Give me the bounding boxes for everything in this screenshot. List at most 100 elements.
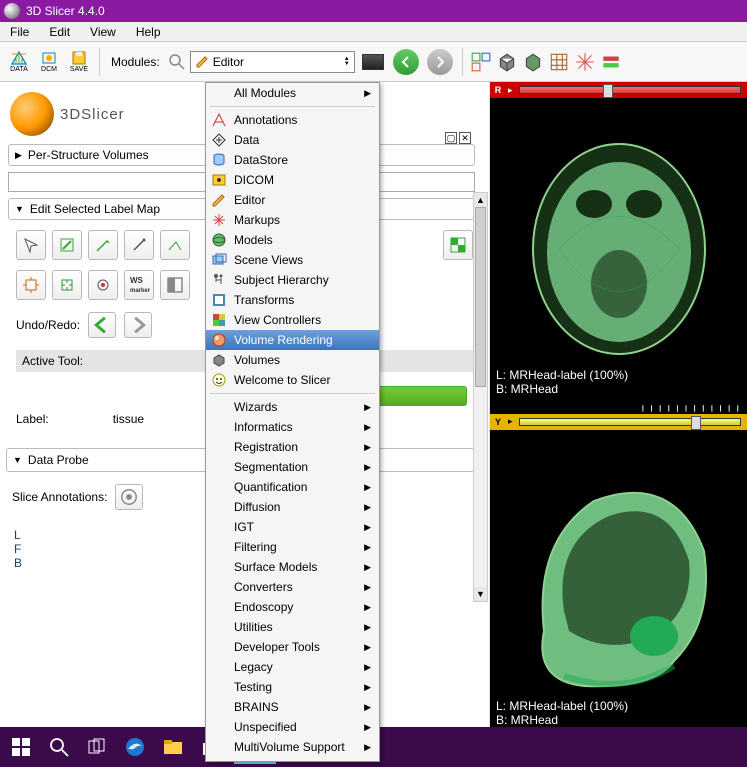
tool-island[interactable] [88, 270, 118, 300]
submenu-arrow-icon: ▶ [364, 662, 371, 673]
trans-icon [210, 292, 228, 308]
menu-sub-brains[interactable]: BRAINS▶ [206, 697, 379, 717]
menu-sub-testing[interactable]: Testing▶ [206, 677, 379, 697]
combo-spinner-icon[interactable]: ▲▼ [344, 57, 350, 67]
scroll-thumb[interactable] [475, 207, 486, 387]
menu-all-modules[interactable]: All Modules ▶ [206, 83, 379, 103]
cube-button[interactable] [496, 51, 518, 73]
subj-icon [210, 272, 228, 288]
spark-button[interactable] [574, 51, 596, 73]
tool-level[interactable] [160, 230, 190, 260]
menu-file[interactable]: File [0, 23, 39, 41]
panel-scrollbar[interactable]: ▲ ▼ [473, 192, 488, 602]
menu-item-dicom[interactable]: DICOM [206, 170, 379, 190]
menu-sub-quantification[interactable]: Quantification▶ [206, 477, 379, 497]
menu-item-welcome-to-slicer[interactable]: Welcome to Slicer [206, 370, 379, 390]
redo-button[interactable] [124, 312, 152, 338]
taskview-button[interactable] [82, 732, 112, 762]
active-tool-label: Active Tool: [22, 354, 83, 368]
slice-toggle-button[interactable] [600, 51, 622, 73]
menu-sub-endoscopy[interactable]: Endoscopy▶ [206, 597, 379, 617]
ruler-icon: ╷╷╷╷╷╷╷╷╷╷╷╷ [640, 399, 743, 412]
edge-icon[interactable] [120, 732, 150, 762]
cube2-button[interactable] [522, 51, 544, 73]
titlebar: 3D Slicer 4.4.0 [0, 0, 747, 22]
tool-threshold[interactable] [160, 270, 190, 300]
slice-yellow-slider[interactable] [519, 418, 741, 426]
slice-yellow-viewer[interactable]: L: MRHead-label (100%) B: MRHead ╷╷╷╷╷╷╷… [490, 430, 747, 746]
menu-item-datastore[interactable]: DataStore [206, 150, 379, 170]
menu-sub-igt[interactable]: IGT▶ [206, 517, 379, 537]
search-icon[interactable] [168, 53, 186, 71]
menu-edit[interactable]: Edit [39, 23, 80, 41]
nav-forward-button[interactable] [427, 49, 453, 75]
slice-red-arrow-icon[interactable]: ▸ [508, 85, 513, 96]
grid-button[interactable] [548, 51, 570, 73]
data-button[interactable]: DATA [6, 48, 32, 76]
menu-sub-legacy[interactable]: Legacy▶ [206, 657, 379, 677]
blank-icon [210, 559, 228, 575]
tool-dilate[interactable] [16, 270, 46, 300]
undo-button[interactable] [88, 312, 116, 338]
menu-item-annotations[interactable]: Annotations [206, 110, 379, 130]
slice-annotations-button[interactable] [115, 484, 143, 510]
module-selector[interactable]: Editor ▲▼ [190, 51, 355, 73]
menu-sub-filtering[interactable]: Filtering▶ [206, 537, 379, 557]
menu-item-editor[interactable]: Editor [206, 190, 379, 210]
menu-item-volume-rendering[interactable]: Volume Rendering [206, 330, 379, 350]
save-button[interactable]: SAVE [66, 48, 92, 76]
slice-red-viewer[interactable]: L: MRHead-label (100%) B: MRHead ╷╷╷╷╷╷╷… [490, 98, 747, 414]
menu-item-subject-hierarchy[interactable]: Subject Hierarchy [206, 270, 379, 290]
start-button[interactable] [6, 732, 36, 762]
menu-sub-surface-models[interactable]: Surface Models▶ [206, 557, 379, 577]
blank-icon [210, 539, 228, 555]
scroll-down-icon[interactable]: ▼ [474, 587, 487, 601]
tool-checker[interactable] [443, 230, 473, 260]
blank-icon [210, 85, 228, 101]
layout-dropdown[interactable] [362, 54, 384, 70]
menu-sub-converters[interactable]: Converters▶ [206, 577, 379, 597]
menu-sub-unspecified[interactable]: Unspecified▶ [206, 717, 379, 737]
search-button[interactable] [44, 732, 74, 762]
slider-handle[interactable] [603, 84, 613, 98]
tool-wand[interactable] [124, 230, 154, 260]
slice-yellow-arrow-icon[interactable]: ▸ [508, 416, 513, 427]
menu-sub-developer-tools[interactable]: Developer Tools▶ [206, 637, 379, 657]
tool-paint[interactable] [52, 230, 82, 260]
menu-item-models[interactable]: Models [206, 230, 379, 250]
menu-sub-informatics[interactable]: Informatics▶ [206, 417, 379, 437]
menu-sub-registration[interactable]: Registration▶ [206, 437, 379, 457]
tool-erode[interactable] [52, 270, 82, 300]
menu-item-view-controllers[interactable]: View Controllers [206, 310, 379, 330]
submenu-arrow-icon: ▶ [364, 442, 371, 453]
slice-red-slider[interactable] [519, 86, 741, 94]
menu-item-data[interactable]: Data [206, 130, 379, 150]
menu-item-scene-views[interactable]: Scene Views [206, 250, 379, 270]
menu-sub-segmentation[interactable]: Segmentation▶ [206, 457, 379, 477]
nav-back-button[interactable] [393, 49, 419, 75]
panel-close-button[interactable]: ✕ [459, 132, 471, 144]
menu-view[interactable]: View [80, 23, 126, 41]
data-icon [210, 132, 228, 148]
menu-item-volumes[interactable]: Volumes [206, 350, 379, 370]
blank-icon [210, 459, 228, 475]
menu-help[interactable]: Help [126, 23, 171, 41]
tool-ws[interactable]: WSmarker [124, 270, 154, 300]
menu-sub-wizards[interactable]: Wizards▶ [206, 397, 379, 417]
blank-icon [210, 659, 228, 675]
scroll-up-icon[interactable]: ▲ [474, 193, 487, 207]
menu-sub-multivolume-support[interactable]: MultiVolume Support▶ [206, 737, 379, 757]
tool-pointer[interactable] [16, 230, 46, 260]
tool-draw[interactable] [88, 230, 118, 260]
menu-sub-utilities[interactable]: Utilities▶ [206, 617, 379, 637]
layout-button[interactable] [470, 51, 492, 73]
dcm-button[interactable]: DCM [36, 48, 62, 76]
menu-item-transforms[interactable]: Transforms [206, 290, 379, 310]
menu-item-markups[interactable]: Markups [206, 210, 379, 230]
menu-sub-diffusion[interactable]: Diffusion▶ [206, 497, 379, 517]
explorer-icon[interactable] [158, 732, 188, 762]
slider-handle[interactable] [691, 416, 701, 430]
panel-float-button[interactable]: ▢ [445, 132, 457, 144]
scene-icon [210, 252, 228, 268]
submenu-arrow-icon: ▶ [364, 642, 371, 653]
